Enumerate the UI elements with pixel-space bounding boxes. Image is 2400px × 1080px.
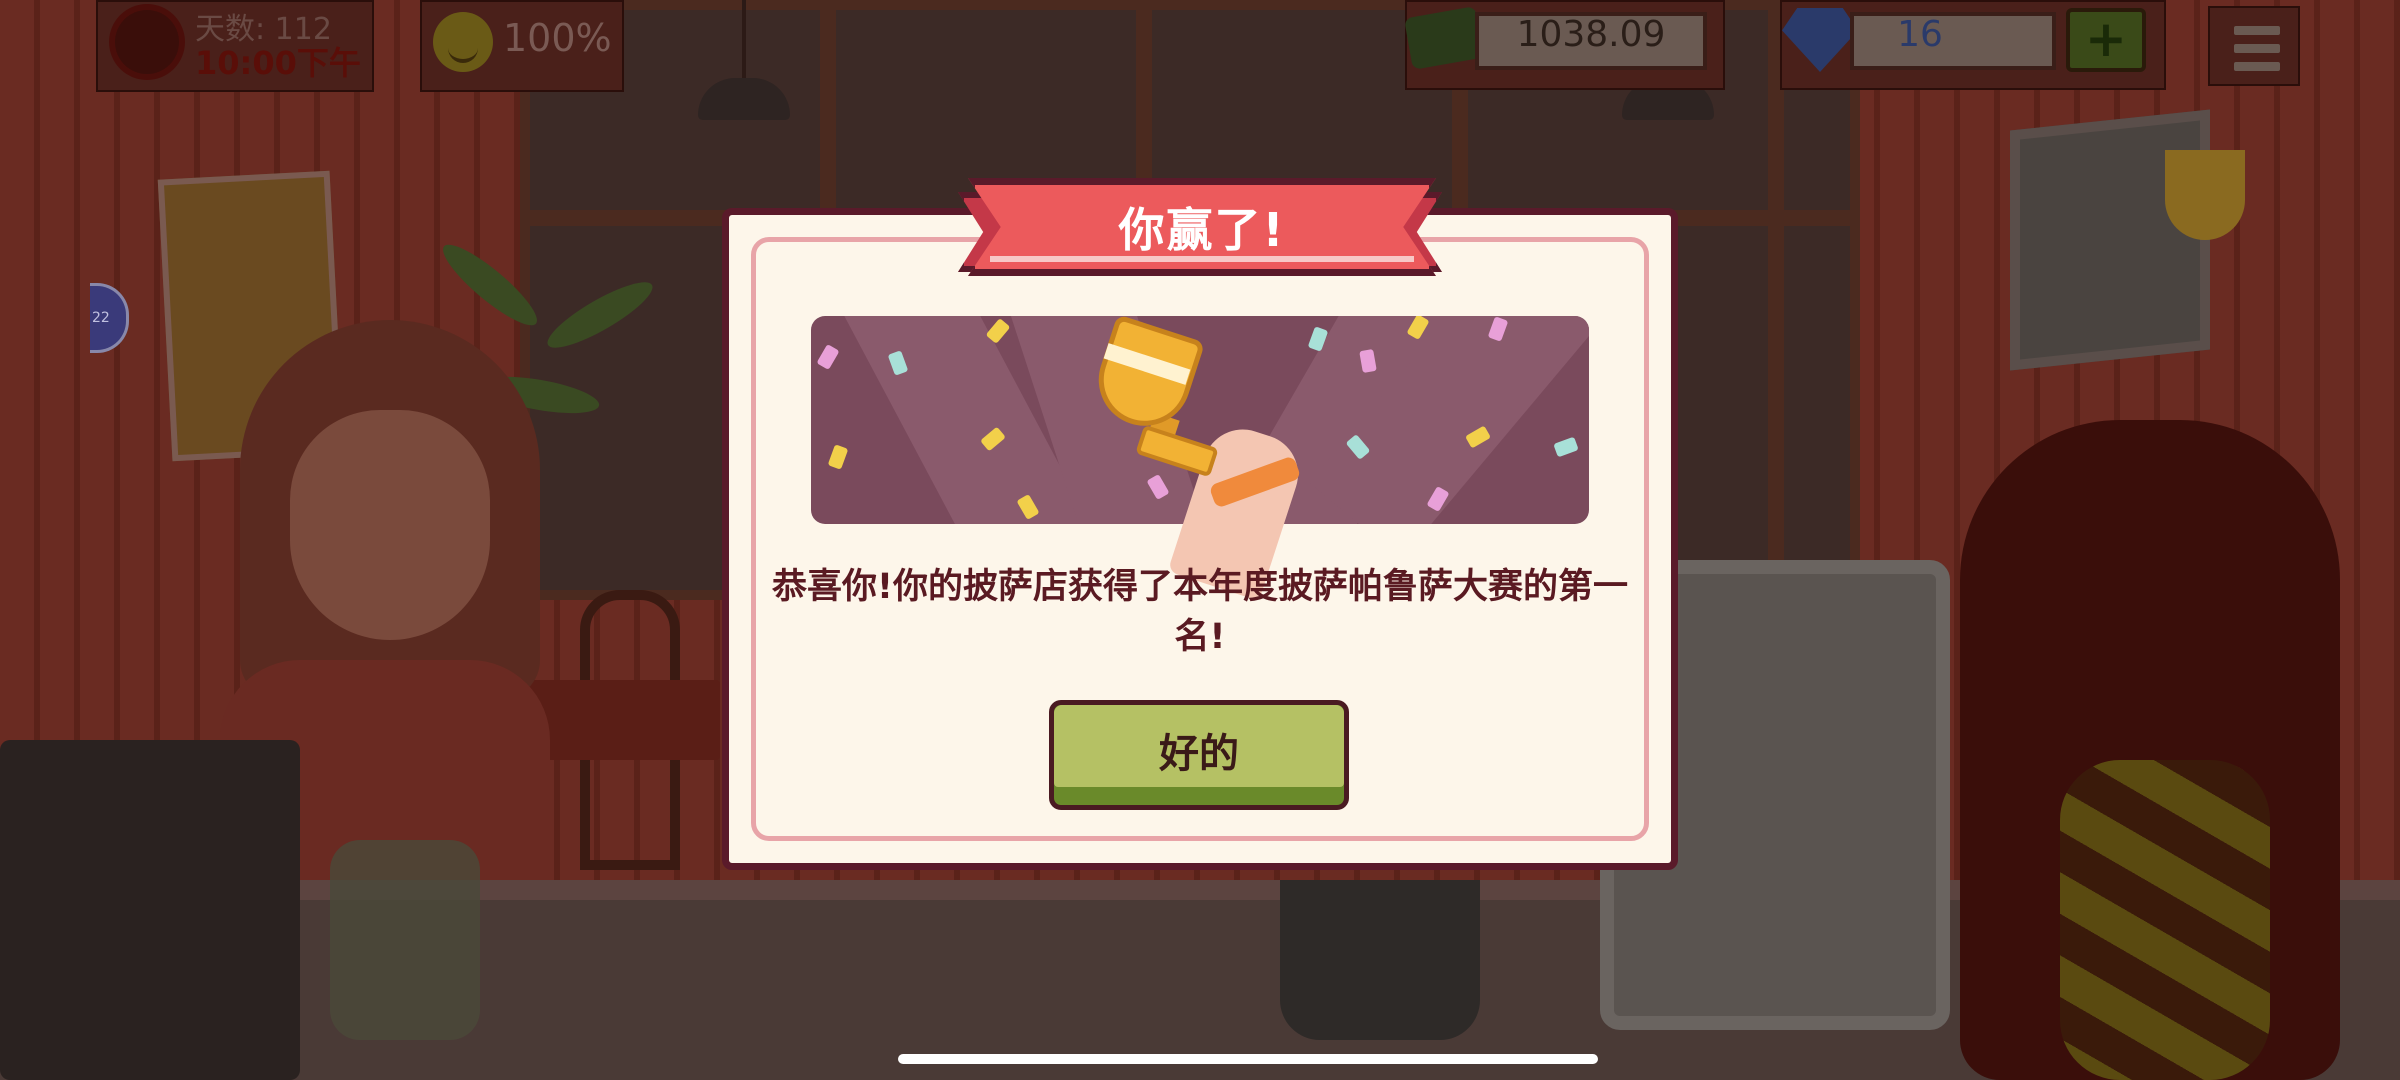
menu-button[interactable] [2208,6,2300,86]
dialog-title: 你赢了! [1118,203,1286,257]
wall-picture [2010,109,2210,371]
confetti [816,343,840,371]
money-value: 1038.09 [1516,14,1666,55]
happiness-value: 100% [503,16,612,60]
cash-register [0,740,300,1080]
wall-trophy [2165,150,2245,240]
clock-time: 10:00下午 [195,44,361,82]
menu-icon [2234,26,2280,35]
confetti [1553,436,1579,458]
gems-value: 16 [1897,14,1943,55]
menu-icon [2234,44,2280,53]
tip-jar [330,840,480,1040]
smiley-icon [433,12,493,72]
anubis-statue-base [2060,760,2270,1080]
add-gems-button[interactable]: + [2066,8,2146,72]
dialog-message: 恭喜你!你的披萨店获得了本年度披萨帕鲁萨大赛的第一名! [772,567,1628,657]
confetti [827,444,849,470]
game-screen: 22 天数: 112 10:00下午 100% 1038.09 16 + 你赢了… [0,0,2400,1080]
cashier-face [290,410,490,640]
plant-pot [1280,880,1480,1040]
ok-button[interactable]: 好的 [1049,700,1349,810]
home-indicator[interactable] [898,1054,1598,1064]
menu-icon [2234,62,2280,71]
ok-button-label: 好的 [1159,731,1239,777]
sun-icon [115,10,179,74]
ceiling-lamp [698,0,790,120]
